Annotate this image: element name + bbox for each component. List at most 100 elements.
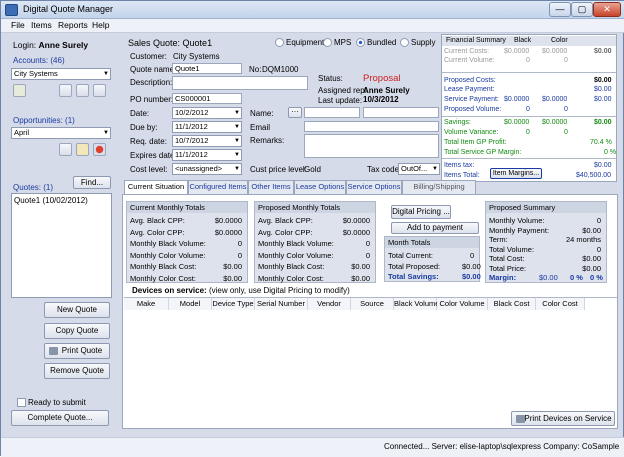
devices-grid[interactable]: Make Model Device Type Serial Number Vendor S…: [124, 297, 617, 409]
status-bar: Connected... Server: elise-laptop\sqlexp…: [1, 437, 624, 457]
date-picker[interactable]: 10/2/2012 ▼: [172, 107, 242, 119]
tab-service-options[interactable]: Service Options: [346, 180, 402, 194]
radio-mps-label: MPS: [334, 38, 352, 47]
accounts-combo[interactable]: City Systems ▼: [11, 68, 111, 80]
summary-row: Avg. Color CPP: $0.0000: [130, 227, 242, 237]
name-input-2[interactable]: [363, 107, 439, 118]
title-bar: Digital Quote Manager — ▢ ✕: [1, 1, 624, 19]
expires-picker[interactable]: 11/1/2012 ▼: [172, 149, 242, 161]
tax-label: Tax code:: [367, 165, 402, 174]
item-margins-button[interactable]: Item Margins...: [490, 168, 542, 179]
summary-row: Monthly Black Volume: 0: [130, 239, 242, 248]
fin-current-costs: Current Costs: $0.0000 $0.0000 $0.00: [444, 48, 612, 55]
copy-quote-button[interactable]: Copy Quote: [44, 323, 110, 339]
column-header[interactable]: Black Volume: [394, 298, 439, 310]
status-label: Status:: [318, 74, 343, 83]
summary-row: Monthly Black Cost: $0.00: [130, 262, 242, 271]
menu-items[interactable]: Items: [31, 20, 52, 30]
date-label: Date:: [130, 109, 150, 118]
fin-header: Financial Summary Black Color: [442, 36, 616, 46]
add-to-payment-button[interactable]: Add to payment: [391, 222, 479, 234]
summary-row: Monthly Payment: $0.00: [489, 225, 601, 235]
account-edit-icon[interactable]: [76, 84, 89, 97]
accounts-label: Accounts: (46): [13, 56, 65, 65]
po-label: PO number:: [130, 95, 174, 104]
name-input[interactable]: [304, 107, 360, 118]
minimize-button[interactable]: —: [549, 2, 571, 17]
column-header[interactable]: Model: [169, 298, 212, 310]
menu-help[interactable]: Help: [92, 20, 109, 30]
print-devices-button[interactable]: Print Devices on Service: [511, 411, 615, 426]
ready-checkbox[interactable]: [17, 398, 26, 407]
cost-level-combo[interactable]: <unassigned> ▼: [172, 163, 242, 175]
current-totals-panel: Current Monthly Totals Avg. Black CPP: $0…: [126, 201, 248, 283]
radio-equipment[interactable]: [275, 38, 284, 47]
app-icon: [5, 4, 18, 16]
menu-file[interactable]: File: [11, 20, 25, 30]
radio-supply-label: Supply: [411, 38, 436, 47]
opportunities-combo[interactable]: April ▼: [11, 127, 111, 139]
remove-quote-button[interactable]: Remove Quote: [44, 363, 110, 379]
account-delete-icon[interactable]: [93, 84, 106, 97]
column-header[interactable]: Color Cost: [536, 298, 585, 310]
tax-combo[interactable]: OutOf... ▼: [398, 163, 440, 175]
digital-pricing-button[interactable]: Digital Pricing ...: [391, 205, 451, 219]
req-picker[interactable]: 10/7/2012 ▼: [172, 135, 242, 147]
no-value: DQM1000: [262, 65, 299, 74]
column-header[interactable]: Device Type: [212, 298, 255, 310]
column-header[interactable]: Source: [351, 298, 394, 310]
month-totals-panel: Month Totals Total Current: 0 Total Propo…: [384, 236, 481, 282]
fin-total-item-gp: Total Item GP Profit: 70.4 %: [444, 139, 612, 146]
tab-lease-options[interactable]: Lease Options: [294, 180, 346, 194]
new-quote-button[interactable]: New Quote: [44, 302, 110, 318]
radio-bundled[interactable]: [356, 38, 365, 47]
tab-content: Current Monthly Totals Avg. Black CPP: $0…: [122, 194, 618, 429]
close-button[interactable]: ✕: [593, 2, 621, 17]
radio-supply[interactable]: [400, 38, 409, 47]
proposed-totals-panel: Proposed Monthly Totals Avg. Black CPP: $…: [254, 201, 376, 283]
po-input[interactable]: CS000001: [172, 93, 242, 104]
name-lookup-button[interactable]: ···: [288, 107, 302, 118]
quote-name-label: Quote name:: [130, 65, 177, 74]
column-header[interactable]: Vendor: [308, 298, 351, 310]
maximize-button[interactable]: ▢: [571, 2, 593, 17]
refresh-icon[interactable]: [13, 84, 26, 97]
summary-row: Term: 24 months: [489, 235, 601, 244]
quotes-list[interactable]: Quote1 (10/02/2012): [11, 193, 112, 298]
print-quote-button[interactable]: Print Quote: [44, 343, 110, 359]
quote-form: Sales Quote: Quote1 Equipment MPS Bundle…: [122, 34, 442, 177]
radio-mps[interactable]: [323, 38, 332, 47]
tab-other-items[interactable]: Other Items: [248, 180, 294, 194]
column-header[interactable]: Black Cost: [488, 298, 536, 310]
tab-billing-shipping[interactable]: Billing/Shipping: [402, 180, 476, 194]
tab-configured-items[interactable]: Configured Items: [188, 180, 248, 194]
column-header[interactable]: Serial Number: [255, 298, 308, 310]
remarks-input[interactable]: [304, 134, 439, 158]
total-proposed-row: Total Proposed: $0.00: [388, 262, 481, 271]
column-header[interactable]: Color Volume: [437, 298, 488, 310]
summary-row: Monthly Color Cost: $0.00: [258, 273, 370, 283]
status-text: Connected... Server: elise-laptop\sqlexp…: [384, 442, 620, 451]
quote-list-item[interactable]: Quote1 (10/02/2012): [12, 194, 111, 207]
quote-name-input[interactable]: Quote1: [172, 63, 242, 74]
description-input[interactable]: [172, 76, 308, 90]
email-input[interactable]: [304, 121, 439, 132]
status-value: Proposal: [363, 73, 401, 84]
tab-current-situation[interactable]: Current Situation: [124, 180, 188, 195]
opportunity-delete-icon[interactable]: [93, 143, 106, 156]
proposed-summary-panel: Proposed Summary Monthly Volume: 0 Monthly…: [485, 201, 607, 283]
complete-quote-button[interactable]: Complete Quote...: [11, 410, 109, 426]
account-doc-icon[interactable]: [59, 84, 72, 97]
find-button[interactable]: Find...: [73, 176, 111, 189]
menu-reports[interactable]: Reports: [58, 20, 88, 30]
column-header[interactable]: Make: [124, 298, 169, 310]
current-totals-head: Current Monthly Totals: [127, 202, 247, 213]
fin-total-service-gp: Total Service GP Margin: 0 %: [444, 149, 617, 156]
window-title: Digital Quote Manager: [23, 4, 114, 14]
tab-strip: Current Situation Configured Items Other…: [122, 180, 622, 195]
due-picker[interactable]: 11/1/2012 ▼: [172, 121, 242, 133]
due-label: Due by:: [130, 123, 158, 132]
login-label: Login: Anne Surely: [13, 40, 89, 50]
opportunity-doc-icon[interactable]: [59, 143, 72, 156]
opportunity-edit-icon[interactable]: [76, 143, 89, 156]
